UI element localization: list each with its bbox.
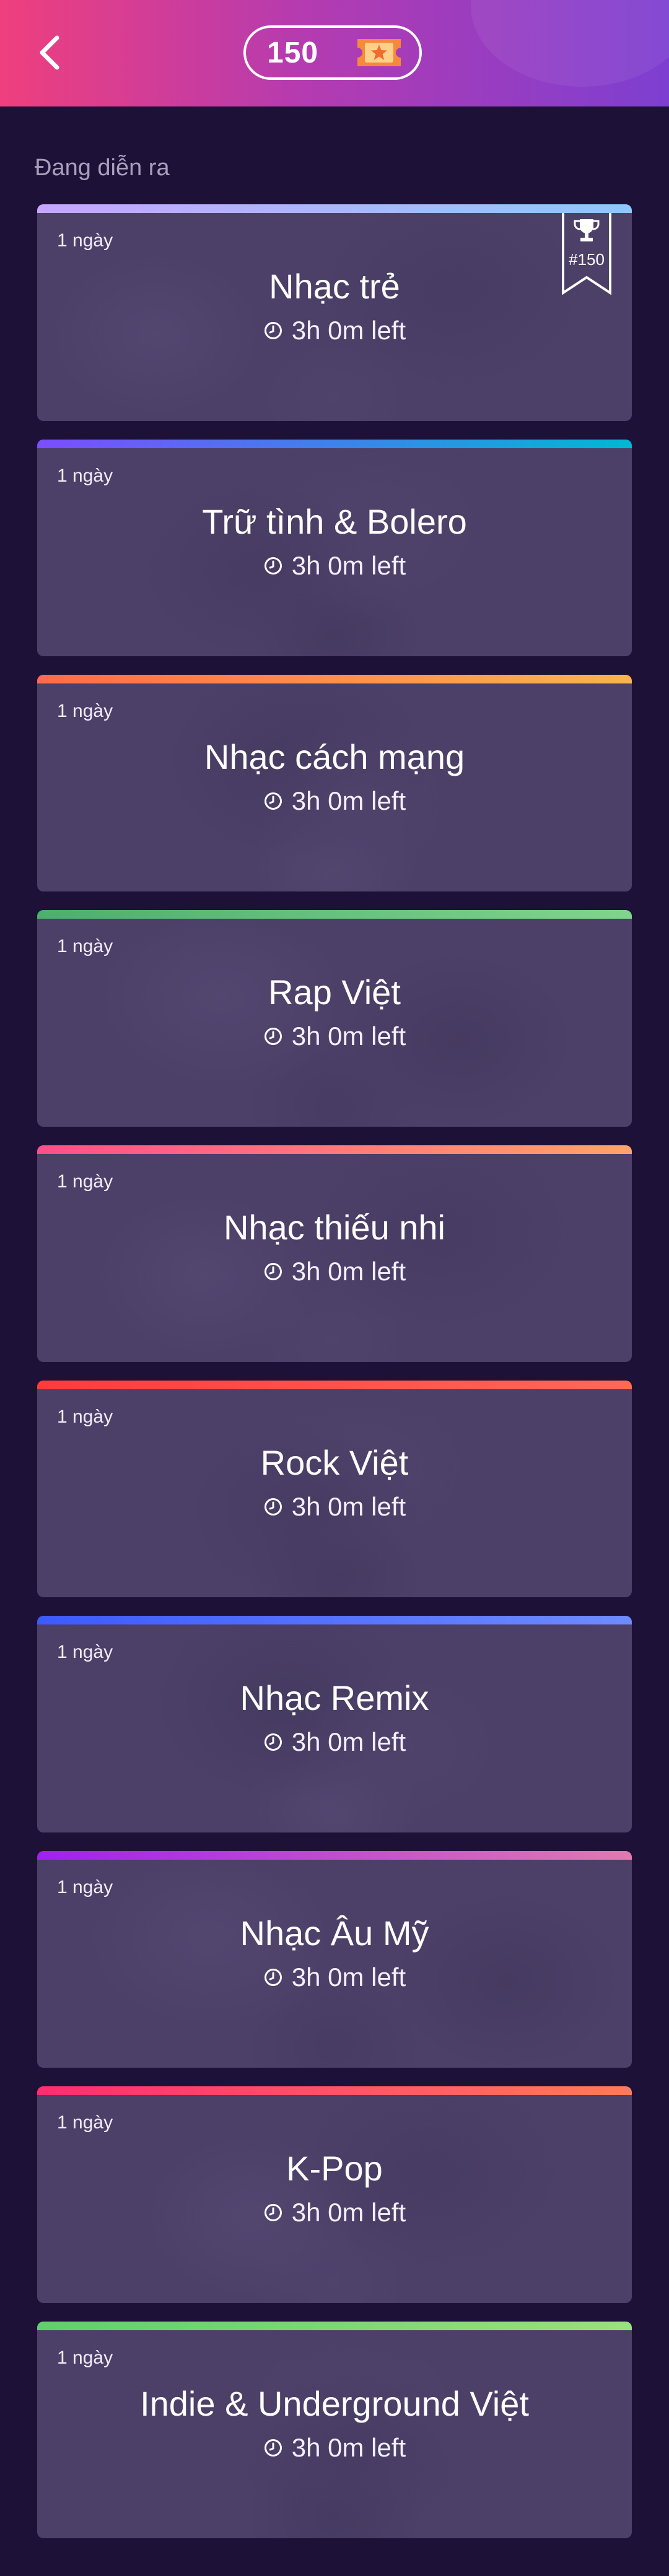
back-button[interactable]	[31, 34, 68, 71]
points-value: 150	[267, 36, 319, 69]
card-background-image	[37, 1851, 632, 2068]
card-duration: 1 ngày	[57, 2112, 113, 2133]
card-accent-stripe	[37, 440, 632, 448]
contest-card[interactable]: 1 ngày Nhạc cách mạng 3h 0m left	[37, 675, 632, 891]
time-left-text: 3h 0m left	[291, 786, 406, 815]
card-duration: 1 ngày	[57, 1171, 113, 1192]
card-title: Indie & Underground Việt	[140, 2384, 529, 2423]
card-time-left: 3h 0m left	[37, 1021, 632, 1051]
card-accent-stripe	[37, 204, 632, 213]
time-left-text: 3h 0m left	[291, 1492, 406, 1521]
card-title: Nhạc trẻ	[269, 267, 400, 306]
contest-card[interactable]: 1 ngày K-Pop 3h 0m left	[37, 2086, 632, 2303]
card-accent-stripe	[37, 1145, 632, 1154]
time-left-text: 3h 0m left	[291, 1257, 406, 1286]
rank-text: #150	[569, 250, 605, 269]
time-left-text: 3h 0m left	[291, 1021, 406, 1051]
time-left-text: 3h 0m left	[291, 2433, 406, 2462]
rank-ribbon-badge: #150	[561, 213, 612, 295]
clock-icon	[263, 1262, 283, 1281]
card-background-image	[37, 440, 632, 656]
clock-icon	[263, 1026, 283, 1046]
card-accent-stripe	[37, 2086, 632, 2095]
clock-icon	[263, 321, 283, 340]
card-accent-stripe	[37, 1616, 632, 1624]
clock-icon	[263, 2203, 283, 2223]
card-duration: 1 ngày	[57, 1877, 113, 1897]
card-background-image	[37, 2322, 632, 2538]
contest-card[interactable]: 1 ngày Trữ tình & Bolero 3h 0m left	[37, 440, 632, 656]
card-accent-stripe	[37, 2322, 632, 2330]
header-decoration	[471, 0, 669, 87]
card-title: K-Pop	[286, 2149, 383, 2188]
time-left-text: 3h 0m left	[291, 316, 406, 345]
card-background-image	[37, 2086, 632, 2303]
time-left-text: 3h 0m left	[291, 551, 406, 580]
card-time-left: 3h 0m left	[37, 2433, 632, 2463]
card-time-left: 3h 0m left	[37, 1492, 632, 1522]
card-duration: 1 ngày	[57, 466, 113, 486]
clock-icon	[263, 1967, 283, 1987]
clock-icon	[263, 1497, 283, 1517]
card-title: Rap Việt	[268, 973, 401, 1012]
clock-icon	[263, 1732, 283, 1752]
card-time-left: 3h 0m left	[37, 1257, 632, 1286]
card-accent-stripe	[37, 675, 632, 683]
contest-card[interactable]: 1 ngày Nhạc thiếu nhi 3h 0m left	[37, 1145, 632, 1362]
card-background-image	[37, 675, 632, 891]
clock-icon	[263, 2438, 283, 2458]
contest-card[interactable]: 1 ngày Rock Việt 3h 0m left	[37, 1381, 632, 1597]
card-time-left: 3h 0m left	[37, 2198, 632, 2227]
card-background-image	[37, 910, 632, 1127]
chevron-left-icon	[40, 35, 59, 70]
card-background-image	[37, 1616, 632, 1832]
contest-card[interactable]: 1 ngày Indie & Underground Việt 3h 0m left	[37, 2322, 632, 2538]
card-time-left: 3h 0m left	[37, 1727, 632, 1757]
card-duration: 1 ngày	[57, 1642, 113, 1662]
trophy-icon	[574, 219, 600, 241]
card-title: Nhạc thiếu nhi	[223, 1208, 445, 1247]
card-accent-stripe	[37, 910, 632, 919]
ticket-star-icon	[355, 35, 403, 70]
clock-icon	[263, 556, 283, 576]
card-duration: 1 ngày	[57, 2348, 113, 2368]
contest-list: 1 ngày Nhạc trẻ 3h 0m left #150 1 ngày Trữ tì…	[37, 204, 632, 2557]
card-title: Nhạc Remix	[240, 1678, 429, 1717]
top-bar: 150	[0, 0, 669, 106]
card-time-left: 3h 0m left	[37, 551, 632, 581]
card-accent-stripe	[37, 1381, 632, 1389]
card-time-left: 3h 0m left	[37, 786, 632, 816]
card-duration: 1 ngày	[57, 701, 113, 721]
card-duration: 1 ngày	[57, 1407, 113, 1427]
card-title: Rock Việt	[260, 1443, 409, 1482]
card-time-left: 3h 0m left	[37, 316, 632, 345]
card-background-image	[37, 1381, 632, 1597]
clock-icon	[263, 791, 283, 811]
card-duration: 1 ngày	[57, 936, 113, 956]
card-title: Nhạc Âu Mỹ	[240, 1914, 429, 1953]
card-title: Trữ tình & Bolero	[202, 502, 467, 541]
contest-card[interactable]: 1 ngày Rap Việt 3h 0m left	[37, 910, 632, 1127]
time-left-text: 3h 0m left	[291, 1962, 406, 1992]
card-time-left: 3h 0m left	[37, 1962, 632, 1992]
time-left-text: 3h 0m left	[291, 2198, 406, 2227]
contest-card[interactable]: 1 ngày Nhạc trẻ 3h 0m left #150	[37, 204, 632, 421]
card-accent-stripe	[37, 1851, 632, 1860]
contest-card[interactable]: 1 ngày Nhạc Remix 3h 0m left	[37, 1616, 632, 1832]
contest-card[interactable]: 1 ngày Nhạc Âu Mỹ 3h 0m left	[37, 1851, 632, 2068]
card-background-image	[37, 204, 632, 421]
card-duration: 1 ngày	[57, 230, 113, 251]
card-title: Nhạc cách mạng	[204, 737, 465, 776]
time-left-text: 3h 0m left	[291, 1727, 406, 1756]
card-background-image	[37, 1145, 632, 1362]
section-label-ongoing: Đang diễn ra	[35, 155, 170, 181]
points-balance[interactable]: 150	[243, 25, 422, 80]
